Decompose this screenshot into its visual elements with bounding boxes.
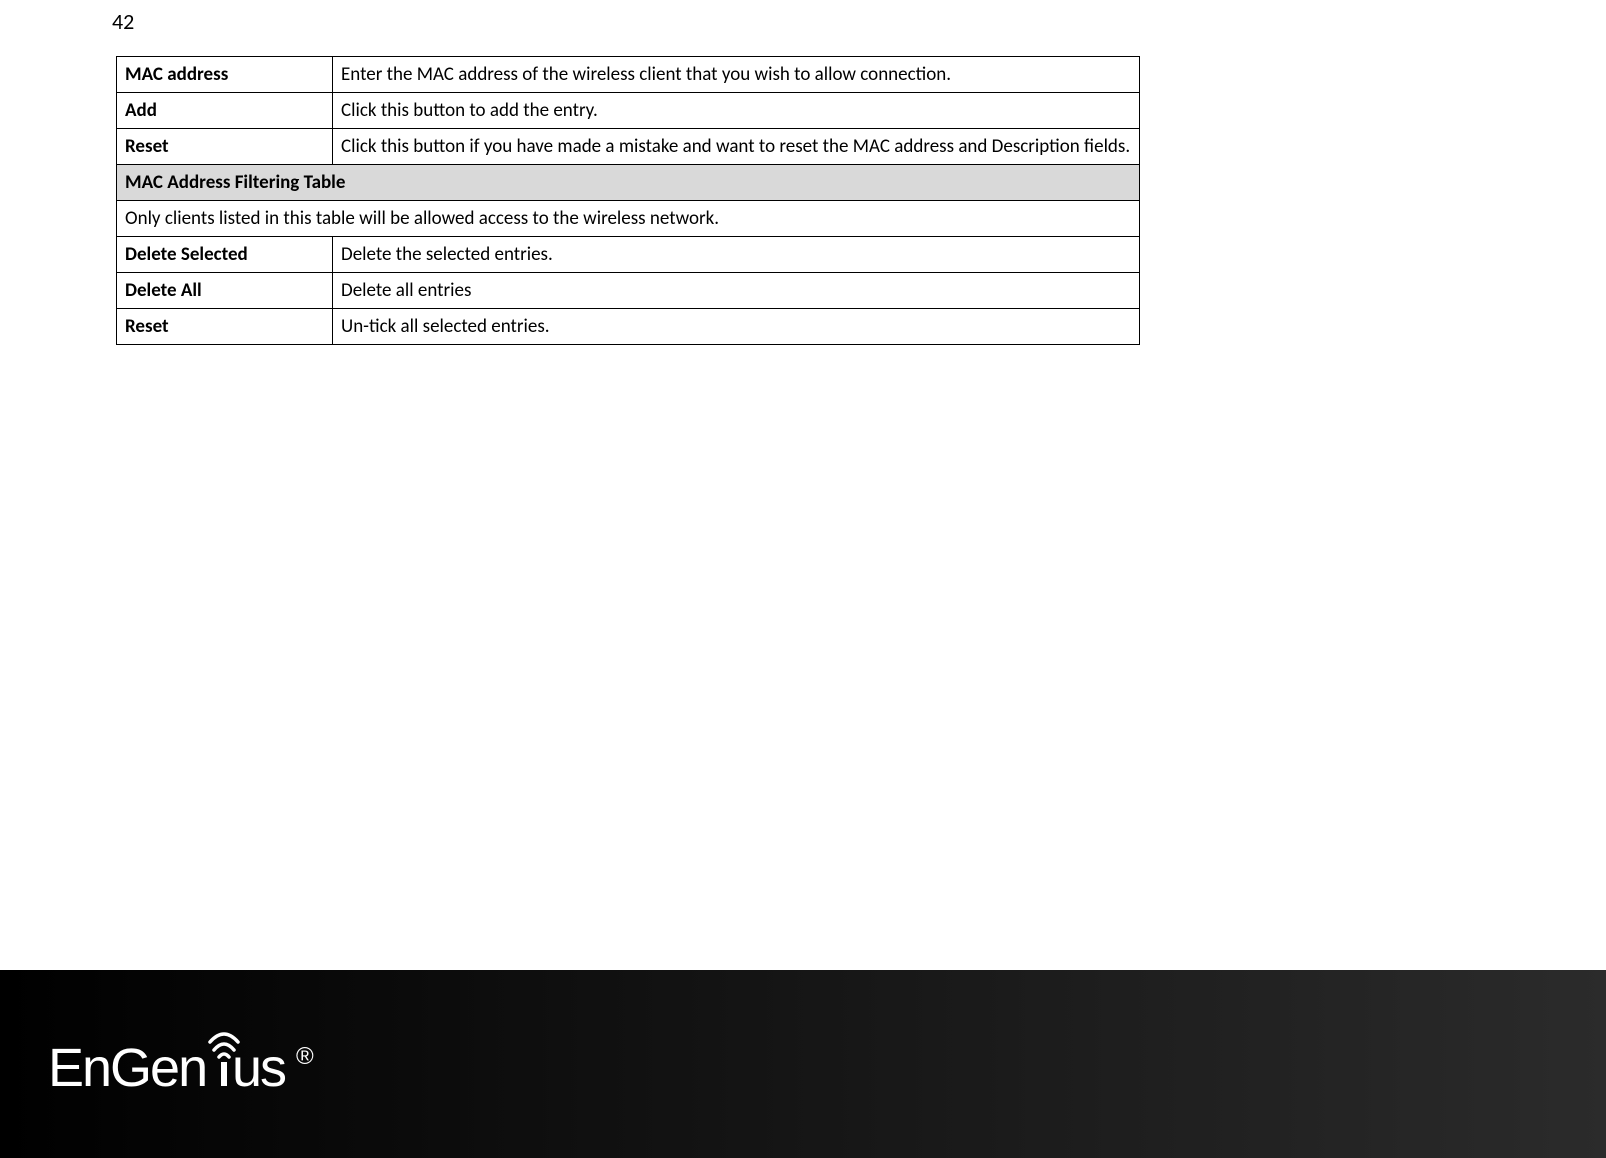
section-note-row: Only clients listed in this table will b… bbox=[117, 201, 1140, 237]
page-number: 42 bbox=[112, 8, 134, 35]
row-label: Reset bbox=[117, 129, 333, 165]
svg-text:®: ® bbox=[296, 1043, 314, 1070]
table-row: Delete Selected Delete the selected entr… bbox=[117, 237, 1140, 273]
row-label: Add bbox=[117, 93, 333, 129]
row-label: Delete Selected bbox=[117, 237, 333, 273]
svg-text:us: us bbox=[232, 1038, 286, 1098]
row-desc: Enter the MAC address of the wireless cl… bbox=[333, 57, 1140, 93]
mac-filter-table: MAC address Enter the MAC address of the… bbox=[116, 56, 1140, 345]
row-desc: Click this button to add the entry. bbox=[333, 93, 1140, 129]
row-label: Reset bbox=[117, 309, 333, 345]
row-desc: Delete all entries bbox=[333, 273, 1140, 309]
row-desc: Delete the selected entries. bbox=[333, 237, 1140, 273]
footer-bar: EnGen us ® bbox=[0, 970, 1606, 1158]
row-label: Delete All bbox=[117, 273, 333, 309]
table-row: MAC address Enter the MAC address of the… bbox=[117, 57, 1140, 93]
engenius-logo: EnGen us ® bbox=[48, 1024, 338, 1104]
row-desc: Click this button if you have made a mis… bbox=[333, 129, 1140, 165]
table-row: Add Click this button to add the entry. bbox=[117, 93, 1140, 129]
section-header-row: MAC Address Filtering Table bbox=[117, 165, 1140, 201]
logo-icon: EnGen us ® bbox=[48, 1024, 338, 1104]
table-row: Reset Un-tick all selected entries. bbox=[117, 309, 1140, 345]
section-note: Only clients listed in this table will b… bbox=[117, 201, 1140, 237]
svg-text:EnGen: EnGen bbox=[48, 1038, 206, 1098]
section-header: MAC Address Filtering Table bbox=[117, 165, 1140, 201]
row-desc: Un-tick all selected entries. bbox=[333, 309, 1140, 345]
table-row: Reset Click this button if you have made… bbox=[117, 129, 1140, 165]
table-row: Delete All Delete all entries bbox=[117, 273, 1140, 309]
row-label: MAC address bbox=[117, 57, 333, 93]
